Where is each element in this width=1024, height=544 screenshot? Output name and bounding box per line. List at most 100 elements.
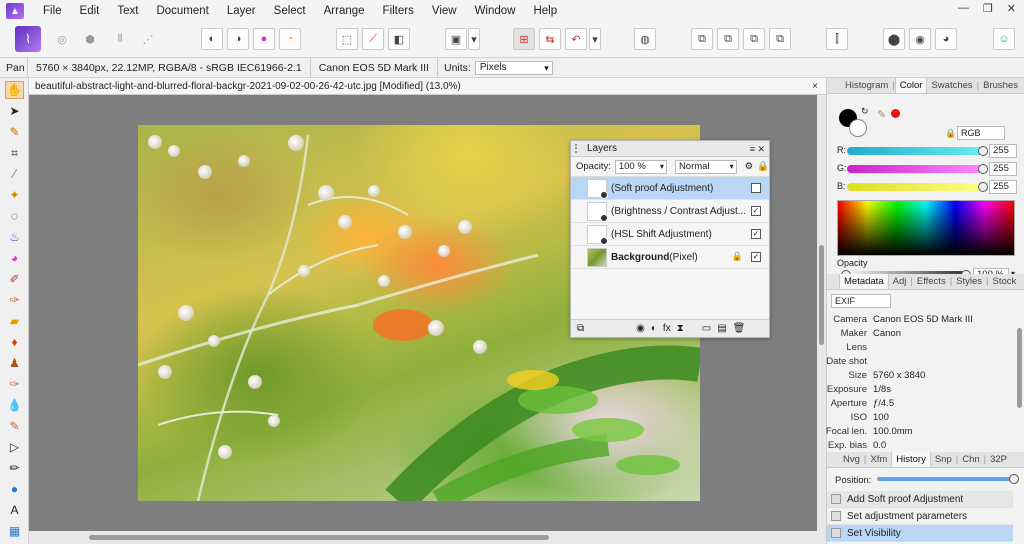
flood-select-tool-icon[interactable]: ✦ (5, 186, 24, 204)
red-eye-tool-icon[interactable]: ✎ (5, 417, 24, 435)
document-tab[interactable]: beautiful-abstract-light-and-blurred-flo… (29, 78, 826, 95)
undo-icon[interactable]: ↶ (565, 28, 587, 50)
auto-white-balance-icon[interactable]: ◔ (279, 28, 301, 50)
swap-colors-icon[interactable]: ↻ (861, 106, 869, 117)
auto-contrast-icon[interactable]: ◑ (227, 28, 249, 50)
add-group-icon[interactable]: ▭ (702, 323, 711, 334)
eyedropper-icon[interactable]: ✎ (877, 108, 886, 121)
undo-dropdown-icon[interactable]: ▾ (589, 28, 601, 50)
layer-opacity-select[interactable]: 100 % (614, 159, 667, 174)
restore-icon[interactable]: ❐ (983, 2, 993, 15)
units-select[interactable]: Pixels (474, 60, 553, 75)
layer-row[interactable]: (HSL Shift Adjustment) ✓ (571, 223, 769, 246)
menu-help[interactable]: Help (524, 0, 566, 22)
tab-metadata[interactable]: Metadata (839, 274, 889, 289)
tab-color[interactable]: Color (894, 78, 928, 93)
secondary-color-swatch[interactable] (849, 119, 867, 137)
close-window-icon[interactable]: ✕ (1007, 2, 1016, 15)
layers-panel-header[interactable]: Layers ≡ ✕ (571, 141, 769, 157)
tab-styles[interactable]: Styles (952, 274, 986, 289)
history-item[interactable]: Set adjustment parameters (827, 508, 1013, 525)
auto-colors-icon[interactable]: ● (253, 28, 275, 50)
shape-tool-icon[interactable]: ● (5, 480, 24, 498)
layer-visibility-checkbox[interactable]: ✓ (751, 206, 761, 216)
tab-stock[interactable]: Stock (989, 274, 1021, 289)
assistant-icon[interactable]: ◍ (634, 28, 656, 50)
move-icon[interactable]: ⇆ (539, 28, 561, 50)
marquee-tool-icon[interactable]: ◌ (5, 207, 24, 225)
b-value[interactable]: 255 (989, 180, 1017, 194)
layer-stack-icon[interactable]: ⧉ (577, 323, 584, 334)
tab-effects[interactable]: Effects (913, 274, 950, 289)
delete-layer-icon[interactable]: 🗑 (733, 323, 746, 334)
history-item[interactable]: Add Soft proof Adjustment (827, 491, 1013, 508)
menu-text[interactable]: Text (108, 0, 147, 22)
menu-select[interactable]: Select (265, 0, 315, 22)
blemish-tool-icon[interactable]: ✑ (5, 375, 24, 393)
tab-swatches[interactable]: Swatches (927, 78, 976, 93)
tab-history[interactable]: History (891, 452, 931, 467)
menu-file[interactable]: File (34, 0, 71, 22)
clone-tool-icon[interactable]: ♟ (5, 354, 24, 372)
photo-persona-icon[interactable]: ⌇ (15, 26, 41, 52)
color-picker-tool-icon[interactable]: ✎ (5, 123, 24, 141)
dodge-tool-icon[interactable]: ♦ (5, 333, 24, 351)
menu-view[interactable]: View (423, 0, 466, 22)
panel-grip-icon[interactable] (575, 144, 581, 153)
horizontal-scrollbar[interactable] (29, 531, 826, 544)
mesh-warp-tool-icon[interactable]: ▦ (5, 522, 24, 540)
menu-document[interactable]: Document (147, 0, 217, 22)
export-persona-icon[interactable]: ⋰ (137, 28, 159, 50)
tab-adj[interactable]: Adj (889, 274, 911, 289)
paint-brush-tool-icon[interactable]: ✐ (5, 270, 24, 288)
r-slider[interactable] (847, 147, 983, 155)
snapping-icon[interactable]: ⊞ (513, 28, 535, 50)
history-item[interactable]: Set Visibility (827, 525, 1013, 542)
r-slider-knob[interactable] (978, 146, 988, 156)
text-tool-icon[interactable]: A (5, 501, 24, 519)
picked-color-swatch[interactable] (891, 109, 900, 118)
blur-tool-icon[interactable]: 💧 (5, 396, 24, 414)
layer-visibility-checkbox[interactable] (751, 183, 761, 193)
boolean-intersect-icon[interactable]: ◕ (935, 28, 957, 50)
layer-visibility-checkbox[interactable]: ✓ (751, 229, 761, 239)
menu-filters[interactable]: Filters (374, 0, 423, 22)
tone-mapping-persona-icon[interactable]: ⫴ (109, 28, 131, 50)
align-icon[interactable]: ⫿ (826, 28, 848, 50)
quick-mask-icon[interactable]: ▣ (445, 28, 467, 50)
live-filter-icon[interactable]: ⧗ (677, 323, 684, 334)
menu-edit[interactable]: Edit (71, 0, 109, 22)
color-model-select[interactable]: RGB (957, 126, 1005, 140)
g-slider[interactable] (847, 165, 983, 173)
tab-snapshots[interactable]: Snp (931, 452, 956, 467)
move-tool-icon[interactable]: ➤ (5, 102, 24, 120)
minimize-icon[interactable]: — (958, 2, 969, 15)
boolean-add-icon[interactable]: ⬤ (883, 28, 905, 50)
layer-lock-icon[interactable]: 🔒 (732, 251, 743, 262)
lock-layer-icon[interactable]: 🔒 (757, 161, 769, 172)
panel-menu-close-icon[interactable]: ≡ ✕ (750, 141, 765, 157)
fx-icon[interactable]: fx (663, 323, 671, 334)
layer-row[interactable]: Background (Pixel) 🔒 ✓ (571, 246, 769, 269)
metadata-scrollbar[interactable] (1017, 328, 1022, 408)
arrange-backward-icon[interactable]: ⧉ (717, 28, 739, 50)
tab-32p[interactable]: 32P (986, 452, 1011, 467)
selection-brush-tool-icon[interactable]: ⁄ (5, 165, 24, 183)
erase-tool-icon[interactable]: ▰ (5, 312, 24, 330)
node-tool-icon[interactable]: ✏ (5, 459, 24, 477)
menu-layer[interactable]: Layer (218, 0, 265, 22)
flood-fill-tool-icon[interactable]: ♨ (5, 228, 24, 246)
close-document-icon[interactable]: × (812, 78, 818, 95)
auto-levels-icon[interactable]: ◐ (201, 28, 223, 50)
r-value[interactable]: 255 (989, 144, 1017, 158)
liquify-persona-icon[interactable]: ◎ (51, 28, 73, 50)
layer-settings-icon[interactable]: ⚙ (745, 161, 754, 172)
history-position-knob[interactable] (1009, 474, 1019, 484)
layer-row[interactable]: (Brightness / Contrast Adjust... ✓ (571, 200, 769, 223)
layer-row[interactable]: (Soft proof Adjustment) (571, 177, 769, 200)
crop-tool-icon[interactable]: ⌗ (5, 144, 24, 162)
arrange-front-icon[interactable]: ⧉ (769, 28, 791, 50)
color-replacement-tool-icon[interactable]: ✑ (5, 291, 24, 309)
tab-navigator[interactable]: Nvg (839, 452, 864, 467)
tab-channels[interactable]: Chn (958, 452, 983, 467)
